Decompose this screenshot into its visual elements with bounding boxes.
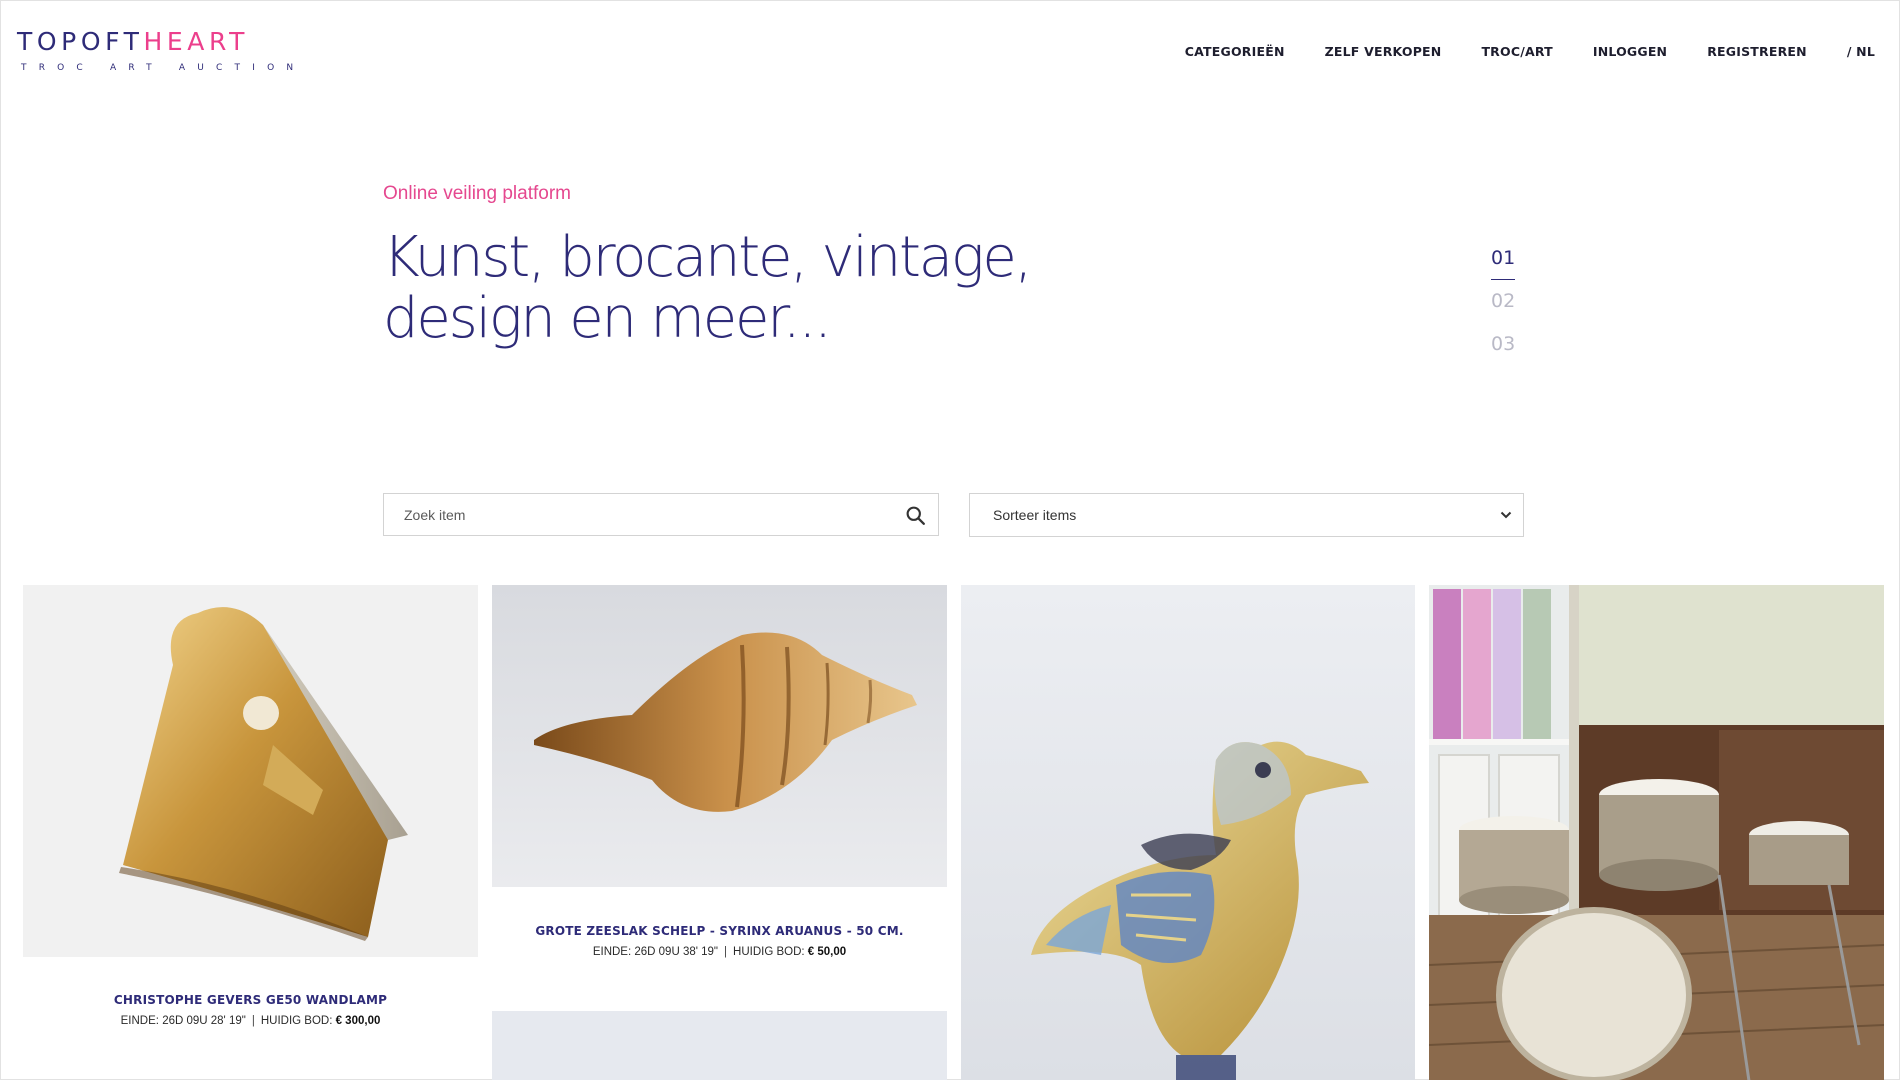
item-meta: EINDE: 26D 09U 28' 19" | HUIDIG BOD: € 300… xyxy=(23,1015,478,1027)
logo-wordmark-part1: TOPOFT xyxy=(17,27,144,56)
end-countdown: 26D 09U 28' 19" xyxy=(162,1015,246,1027)
item-image[interactable] xyxy=(492,1011,947,1080)
nav-registreren[interactable]: REGISTREREN xyxy=(1707,44,1807,59)
bird-photo xyxy=(961,585,1415,1080)
logo-wordmark: TOPOFTHEART xyxy=(17,29,305,55)
main-nav: CATEGORIEËN ZELF VERKOPEN TROC/ART INLOG… xyxy=(1185,44,1875,59)
current-bid: € 50,00 xyxy=(807,946,847,958)
slide-indicator-2[interactable]: 02 xyxy=(1491,290,1515,312)
item-card[interactable]: CHRISTOPHE GEVERS GE50 WANDLAMP EINDE: 2… xyxy=(23,585,478,1027)
bid-label: HUIDIG BOD: xyxy=(733,946,805,958)
language-switch[interactable]: / NL xyxy=(1847,44,1875,59)
slide-indicator-3[interactable]: 03 xyxy=(1491,333,1515,355)
hero-kicker: Online veiling platform xyxy=(383,183,571,204)
hero-title: Kunst, brocante, vintage, design en meer… xyxy=(383,227,1103,349)
end-label: EINDE: xyxy=(120,1015,159,1027)
active-slide-underline xyxy=(1491,279,1515,280)
item-card[interactable] xyxy=(961,585,1415,1080)
end-countdown: 26D 09U 38' 19" xyxy=(634,946,719,958)
item-card[interactable]: GROTE ZEESLAK SCHELP - SYRINX ARUANUS - … xyxy=(492,585,947,958)
sort-select[interactable]: Sorteer items xyxy=(969,493,1524,537)
current-bid: € 300,00 xyxy=(335,1015,381,1027)
search-icon[interactable] xyxy=(905,505,926,526)
item-image-sea-shell[interactable] xyxy=(492,585,947,887)
search-input[interactable] xyxy=(384,494,938,535)
item-title[interactable]: CHRISTOPHE GEVERS GE50 WANDLAMP xyxy=(23,993,478,1007)
shell-photo xyxy=(492,585,947,887)
logo-wordmark-part2: HEART xyxy=(143,27,250,56)
chevron-down-icon xyxy=(1500,511,1512,519)
item-title[interactable]: GROTE ZEESLAK SCHELP - SYRINX ARUANUS - … xyxy=(492,924,947,938)
meta-separator: | xyxy=(724,946,728,958)
item-card[interactable] xyxy=(492,1011,947,1080)
lamp-photo xyxy=(23,585,478,957)
nav-categorieen[interactable]: CATEGORIEËN xyxy=(1185,44,1285,59)
item-image-wall-lamp[interactable] xyxy=(23,585,478,957)
item-image-drum-kit[interactable] xyxy=(1429,585,1884,1080)
nav-troc-art[interactable]: TROC/ART xyxy=(1481,44,1552,59)
item-card[interactable] xyxy=(1429,585,1884,1080)
end-label: EINDE: xyxy=(592,946,632,958)
search-box xyxy=(383,493,939,536)
sort-select-value: Sorteer items xyxy=(993,507,1077,523)
slider-pagination: 01 02 03 xyxy=(1491,247,1515,376)
hero-title-line2: design en meer... xyxy=(383,286,832,351)
drums-photo xyxy=(1429,585,1884,1080)
hero-title-line1: Kunst, brocante, vintage, xyxy=(383,225,1032,290)
logo-tagline: TROC ART AUCTION xyxy=(21,63,306,73)
item-meta: EINDE: 26D 09U 38' 19" | HUIDIG BOD: € 50,… xyxy=(492,946,947,958)
item-image-cloisonne-bird[interactable] xyxy=(961,585,1415,1080)
site-logo[interactable]: TOPOFTHEART TROC ART AUCTION xyxy=(17,29,306,74)
nav-inloggen[interactable]: INLOGGEN xyxy=(1593,44,1667,59)
nav-zelf-verkopen[interactable]: ZELF VERKOPEN xyxy=(1325,44,1442,59)
bid-label: HUIDIG BOD: xyxy=(260,1015,333,1027)
slide-indicator-1[interactable]: 01 xyxy=(1491,247,1515,269)
meta-separator: | xyxy=(251,1015,255,1027)
